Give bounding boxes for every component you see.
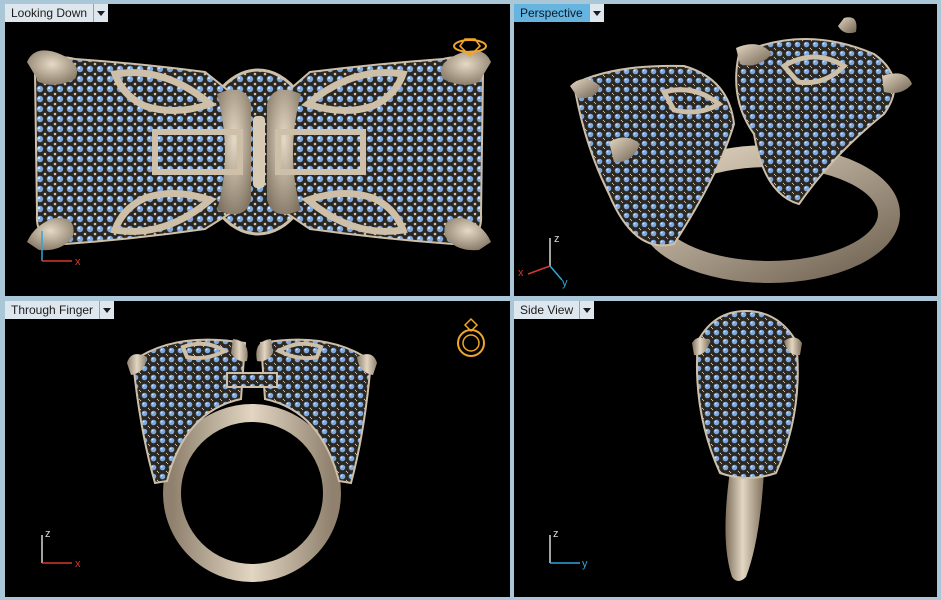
axis-gizmo: z y: [549, 528, 588, 570]
viewport-menu-arrow-icon[interactable]: [580, 301, 595, 319]
ring-top-view-render: x: [27, 38, 491, 268]
viewport-menu-arrow-icon[interactable]: [589, 4, 604, 22]
viewport-title-tab[interactable]: Side View: [514, 301, 595, 319]
svg-text:z: z: [45, 528, 51, 540]
ring-front-view-render: z x: [41, 317, 485, 582]
viewport-side-view[interactable]: Side View z y: [514, 301, 937, 597]
svg-text:x: x: [518, 267, 524, 279]
axis-gizmo: z x y: [518, 233, 568, 289]
svg-text:y: y: [582, 558, 588, 570]
ring-front-icon: [457, 317, 485, 357]
svg-text:z: z: [554, 233, 560, 245]
viewport-title-tab[interactable]: Perspective: [514, 4, 604, 22]
viewport-title-tab[interactable]: Looking Down: [5, 4, 109, 22]
viewport-title[interactable]: Perspective: [514, 4, 590, 22]
ring-perspective-render: z x y: [518, 17, 912, 289]
viewport-title[interactable]: Side View: [514, 301, 581, 319]
viewport-through-finger[interactable]: Through Finger z x: [5, 301, 510, 597]
svg-text:x: x: [75, 558, 81, 570]
svg-text:z: z: [553, 528, 559, 540]
svg-text:y: y: [562, 277, 568, 289]
viewport-menu-arrow-icon[interactable]: [94, 4, 109, 22]
viewport-title[interactable]: Through Finger: [5, 301, 101, 319]
viewport-title-tab[interactable]: Through Finger: [5, 301, 115, 319]
viewport-perspective[interactable]: Perspective z x y: [514, 4, 937, 296]
svg-text:x: x: [75, 256, 81, 268]
viewport-looking-down[interactable]: Looking Down x: [5, 4, 510, 296]
viewport-menu-arrow-icon[interactable]: [100, 301, 115, 319]
ring-side-view-render: z y: [549, 309, 802, 581]
axis-gizmo: z x: [41, 528, 81, 570]
viewport-title[interactable]: Looking Down: [5, 4, 95, 22]
